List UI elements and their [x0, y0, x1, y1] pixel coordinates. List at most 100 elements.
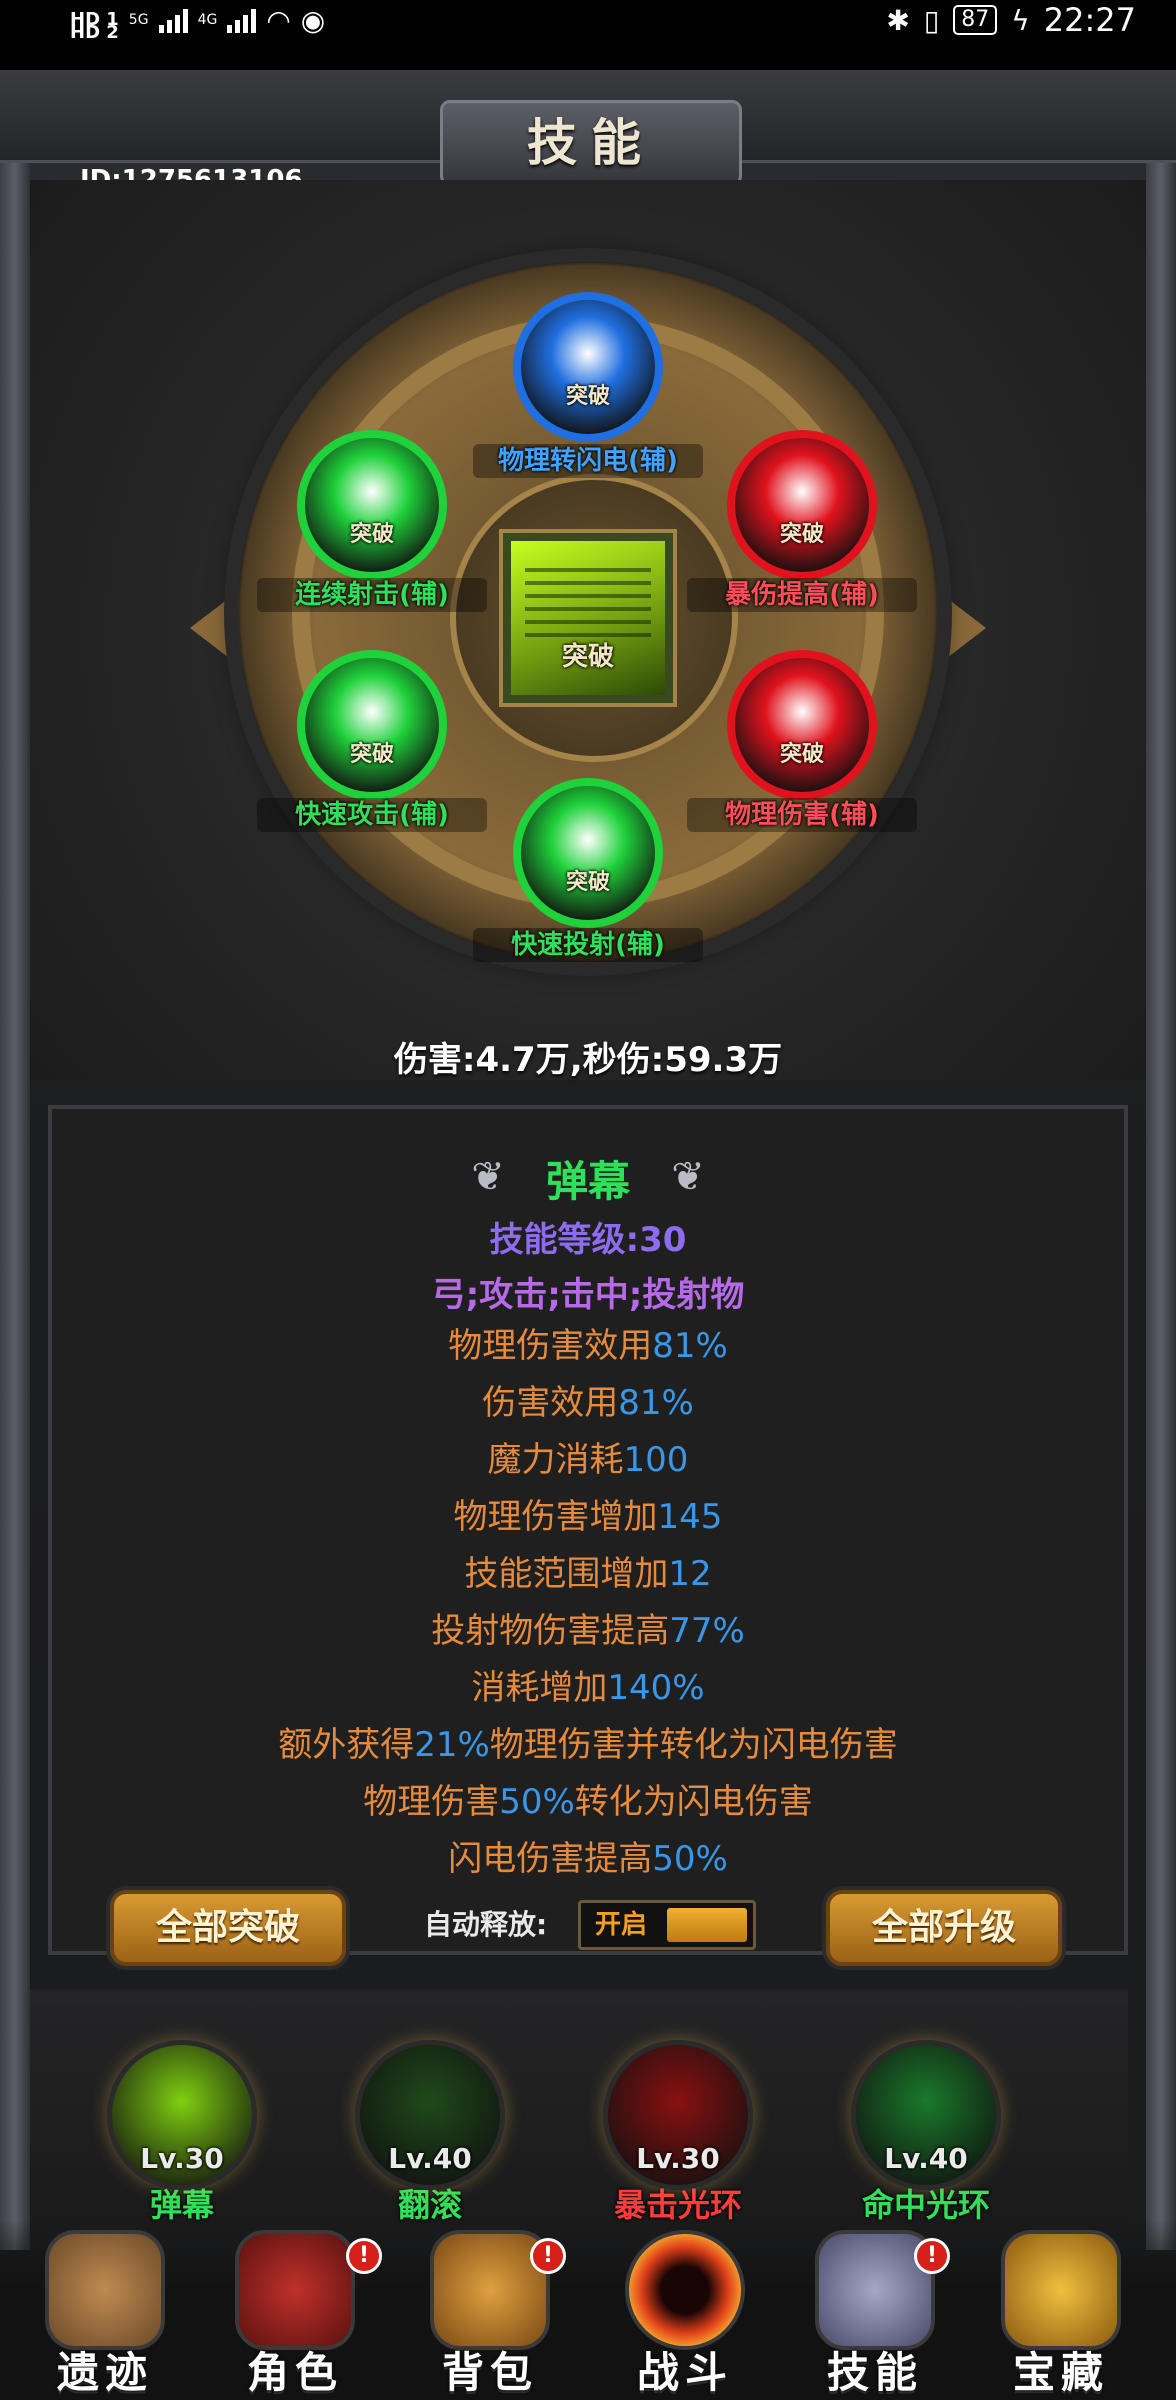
skill-name: 弹幕 [545, 1157, 630, 1206]
support-gem-label: 快速攻击(辅) [257, 798, 487, 832]
stat-line: 物理伤害增加145 [0, 1497, 1176, 1537]
treasure-icon [1001, 2230, 1121, 2350]
skill-slot-accuracy-aura[interactable]: Lv.40 命中光环 [836, 2040, 1016, 2226]
auto-cast-label: 自动释放: [424, 1908, 548, 1941]
stat-value: 77% [669, 1611, 745, 1651]
nav-label: 角色 [246, 2348, 343, 2397]
stat-text: 转化为闪电伤害 [574, 1782, 813, 1822]
skill-level-label: Lv.30 [636, 2142, 720, 2175]
battle-portal-icon [625, 2230, 745, 2350]
stat-value: 12 [668, 1554, 712, 1594]
status-bar: HD 1 5G 4G ◠ ◉ HD 2 ✱ ▯ 87 ϟ 22:27 [0, 0, 1176, 70]
support-gem-label: 连续射击(辅) [257, 578, 487, 612]
damage-summary: 伤害:4.7万,秒伤:59.3万 [393, 1040, 783, 1080]
stat-text: 物理伤害效用 [448, 1326, 653, 1366]
accuracy-aura-skill-icon: Lv.40 [851, 2040, 1001, 2190]
stat-value: 81% [618, 1383, 694, 1423]
upgrade-all-button[interactable]: 全部升级 [826, 1890, 1062, 1966]
stat-value: 100 [623, 1440, 689, 1480]
roll-skill-icon: Lv.40 [355, 2040, 505, 2190]
toggle-knob [667, 1908, 747, 1942]
skill-slot-crit-aura[interactable]: Lv.30 暴击光环 [588, 2040, 768, 2226]
clock: 22:27 [1043, 1, 1136, 39]
stat-line-convert: 物理伤害50%转化为闪电伤害 [0, 1782, 1176, 1822]
bluetooth-icon: ✱ [886, 3, 910, 37]
skill-tags: 弓;攻击;击中;投射物 [431, 1275, 745, 1315]
support-gem-slot-multishot[interactable]: 突破 [297, 430, 447, 580]
character-icon [235, 2230, 355, 2350]
breakthrough-mark: 突破 [779, 522, 824, 547]
notification-badge: ! [914, 2238, 950, 2274]
nav-battle[interactable]: 战斗 [590, 2230, 780, 2400]
stat-value: 21% [414, 1725, 490, 1765]
skill-slot-roll[interactable]: Lv.40 翻滚 [340, 2040, 520, 2226]
stat-text: 物理伤害并转化为闪电伤害 [489, 1725, 898, 1765]
nav-label: 宝藏 [1012, 2348, 1109, 2397]
breakthrough-mark: 突破 [565, 384, 610, 409]
vibrate-icon: ▯ [923, 3, 940, 37]
skill-level-label: Lv.40 [884, 2142, 968, 2175]
notification-badge: ! [346, 2238, 382, 2274]
stat-line: 物理伤害效用81% [0, 1326, 1176, 1366]
nav-treasure[interactable]: 宝藏 [966, 2230, 1156, 2400]
breakthrough-mark: 突破 [779, 742, 824, 767]
auto-cast-state: 开启 [595, 1910, 648, 1940]
barrage-skill-icon [525, 567, 651, 637]
4g-label: 4G [197, 12, 218, 28]
eye-icon: ◉ [300, 3, 326, 37]
stat-text: 投射物伤害提高 [431, 1611, 670, 1651]
stat-text: 额外获得 [278, 1725, 415, 1765]
skill-level: 技能等级:30 [489, 1220, 687, 1260]
battery-level: 87 [953, 5, 998, 35]
support-gem-label: 快速投射(辅) [473, 928, 703, 962]
signal-icon [158, 7, 188, 33]
nav-label: 遗迹 [56, 2348, 153, 2397]
stat-text: 闪电伤害提高 [448, 1839, 653, 1879]
5g-label: 5G [128, 12, 149, 28]
wifi-icon: ◠ [266, 3, 291, 37]
auto-cast-toggle[interactable]: 开启 [578, 1900, 756, 1950]
stat-line: 技能范围增加12 [0, 1554, 1176, 1594]
nav-label: 技能 [826, 2348, 923, 2397]
stat-line-lightning: 闪电伤害提高50% [0, 1839, 1176, 1879]
game-screen: HD 1 5G 4G ◠ ◉ HD 2 ✱ ▯ 87 ϟ 22:27 技能 ID… [0, 0, 1176, 2400]
stat-value: 145 [657, 1497, 723, 1537]
breakthrough-all-button[interactable]: 全部突破 [110, 1890, 346, 1966]
support-gem-label: 物理伤害(辅) [687, 798, 917, 832]
support-gem-slot-fast-attack[interactable]: 突破 [297, 650, 447, 800]
stat-value: 140% [607, 1668, 705, 1708]
stat-line: 消耗增加140% [0, 1668, 1176, 1708]
crit-aura-skill-icon: Lv.30 [603, 2040, 753, 2190]
stat-value: 81% [652, 1326, 728, 1366]
support-gem-slot-lightning-convert[interactable]: 突破 [513, 292, 663, 442]
stat-value: 50% [499, 1782, 575, 1822]
breakthrough-mark: 突破 [565, 870, 610, 895]
support-gem-label: 暴伤提高(辅) [687, 578, 917, 612]
relic-icon [45, 2230, 165, 2350]
support-gem-slot-fast-projectile[interactable]: 突破 [513, 778, 663, 928]
support-gem-slot-crit-damage[interactable]: 突破 [727, 430, 877, 580]
support-gem-label: 物理转闪电(辅) [473, 444, 703, 478]
nav-relics[interactable]: 遗迹 [10, 2230, 200, 2400]
stat-value: 50% [652, 1839, 728, 1879]
stat-text: 技能范围增加 [464, 1554, 669, 1594]
stat-line: 投射物伤害提高77% [0, 1611, 1176, 1651]
stat-text: 消耗增加 [471, 1668, 608, 1708]
stat-line: 伤害效用81% [0, 1383, 1176, 1423]
stat-text: 物理伤害 [363, 1782, 500, 1822]
stat-text: 魔力消耗 [487, 1440, 624, 1480]
hd2-indicator: HD 2 [70, 22, 119, 43]
stat-line-extra: 额外获得21%物理伤害并转化为闪电伤害 [0, 1725, 1176, 1765]
skill-slot-barrage[interactable]: Lv.30 弹幕 [92, 2040, 272, 2226]
status-bar-right: ✱ ▯ 87 ϟ 22:27 [886, 0, 1136, 40]
support-gem-slot-physical-damage[interactable]: 突破 [727, 650, 877, 800]
nav-label: 背包 [441, 2348, 538, 2397]
breakthrough-mark: 突破 [349, 742, 394, 767]
main-skill-slot[interactable]: 突破 [499, 529, 677, 707]
stat-text: 物理伤害增加 [453, 1497, 658, 1537]
breakthrough-mark: 突破 [349, 522, 394, 547]
charging-icon: ϟ [1011, 3, 1030, 37]
skill-level-label: Lv.40 [388, 2142, 472, 2175]
barrage-skill-icon: Lv.30 [107, 2040, 257, 2190]
stat-text: 伤害效用 [482, 1383, 619, 1423]
